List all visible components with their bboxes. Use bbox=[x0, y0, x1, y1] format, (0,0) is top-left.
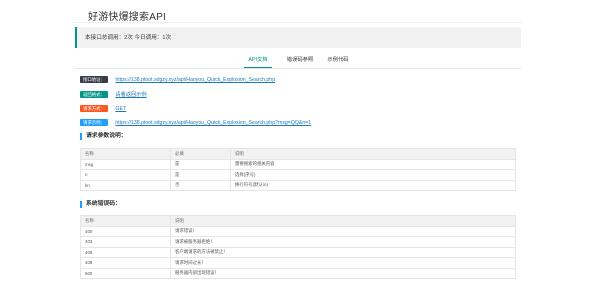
table-cell: 403 bbox=[80, 236, 171, 248]
column-header: 名称 bbox=[80, 215, 171, 227]
table-cell: 405 bbox=[80, 246, 171, 258]
table-cell: 400 bbox=[80, 225, 171, 237]
example-link[interactable]: https://138.ptoot.sdgzy.xyz/api/Haoyou_Q… bbox=[115, 120, 311, 126]
info-row-endpoint: 接口地址： https://138.ptoot.sdgzy.xyz/api/Ha… bbox=[80, 71, 275, 84]
table-row: msg 是 需要搜索的相关内容 bbox=[80, 158, 516, 170]
title-divider bbox=[72, 22, 522, 23]
column-header: 必填 bbox=[170, 148, 231, 160]
table-cell: 换行符号(默认\n) bbox=[230, 179, 516, 191]
tab-api-docs[interactable]: API文档 bbox=[244, 56, 272, 68]
column-header: 说明 bbox=[230, 148, 516, 160]
table-row: n 是 选择(序号) bbox=[80, 169, 516, 181]
table-cell: 服务器内部出现错误！ bbox=[170, 267, 516, 279]
table-cell: 是 bbox=[170, 158, 231, 170]
table-cell: 需要搜索的相关内容 bbox=[230, 158, 516, 170]
params-table: 名称 必填 说明 msg 是 需要搜索的相关内容 n 是 选择(序号) lm 否… bbox=[80, 148, 516, 191]
table-cell: 408 bbox=[80, 257, 171, 269]
table-row: 405 客户端请求的方法被禁止！ bbox=[80, 246, 516, 258]
format-link[interactable]: 请看返回示例 bbox=[115, 91, 146, 98]
format-badge: 返回格式： bbox=[80, 91, 108, 99]
table-cell: 请求时间过长！ bbox=[170, 257, 516, 269]
table-header-row: 名称 说明 bbox=[80, 215, 516, 227]
info-row-example: 请求示例： https://138.ptoot.sdgzy.xyz/api/Ha… bbox=[80, 114, 311, 127]
tab-bar: API文档 错误码参照 示例代码 bbox=[75, 54, 521, 69]
table-cell: 客户端请求的方法被禁止！ bbox=[170, 246, 516, 258]
errors-table: 名称 说明 400 请求错误！ 403 请求被服务器拒绝！ 405 客户端请求的… bbox=[80, 215, 516, 279]
method-badge: 请求方式： bbox=[80, 105, 108, 113]
table-cell: 选择(序号) bbox=[230, 169, 516, 181]
method-value[interactable]: GET bbox=[115, 106, 126, 112]
call-stats-text: 本接口总调用：2次 今日调用：1次 bbox=[85, 35, 172, 41]
table-row: lm 否 换行符号(默认\n) bbox=[80, 179, 516, 191]
table-cell: 请求被服务器拒绝！ bbox=[170, 236, 516, 248]
column-header: 说明 bbox=[170, 215, 516, 227]
table-row: 500 服务器内部出现错误！ bbox=[80, 267, 516, 279]
endpoint-link[interactable]: https://138.ptoot.sdgzy.xyz/api/Haoyou_Q… bbox=[115, 77, 275, 83]
table-cell: n bbox=[80, 169, 171, 181]
params-heading: 请求参数说明： bbox=[80, 133, 127, 140]
example-badge: 请求示例： bbox=[80, 119, 108, 127]
column-header: 名称 bbox=[80, 148, 171, 160]
table-cell: lm bbox=[80, 179, 171, 191]
page-title: 好游快爆搜索API bbox=[88, 12, 166, 23]
table-cell: 请求错误！ bbox=[170, 225, 516, 237]
info-row-format: 返回格式： 请看返回示例 bbox=[80, 86, 147, 99]
errors-heading: 系统错误码： bbox=[80, 201, 121, 208]
table-cell: 否 bbox=[170, 179, 231, 191]
info-row-method: 请求方式： GET bbox=[80, 100, 126, 113]
table-row: 400 请求错误！ bbox=[80, 225, 516, 237]
table-cell: 是 bbox=[170, 169, 231, 181]
tab-sample-code[interactable]: 示例代码 bbox=[325, 56, 351, 67]
table-cell: 500 bbox=[80, 267, 171, 279]
table-header-row: 名称 必填 说明 bbox=[80, 148, 516, 160]
endpoint-badge: 接口地址： bbox=[80, 76, 108, 84]
table-row: 403 请求被服务器拒绝！ bbox=[80, 236, 516, 248]
tab-error-codes[interactable]: 错误码参照 bbox=[283, 56, 317, 67]
table-row: 408 请求时间过长！ bbox=[80, 257, 516, 269]
call-stats-box: 本接口总调用：2次 今日调用：1次 bbox=[75, 27, 521, 48]
table-cell: msg bbox=[80, 158, 171, 170]
